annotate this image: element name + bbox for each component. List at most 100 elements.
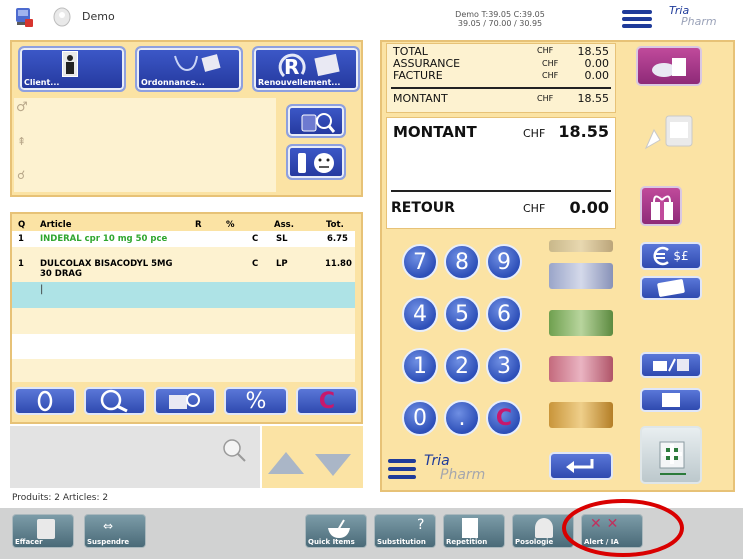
user-avatar-icon[interactable] — [52, 7, 72, 27]
row-ass: SL — [276, 234, 288, 244]
quick-items-button[interactable]: Quick Items — [305, 514, 367, 548]
table-row-empty[interactable] — [12, 359, 355, 382]
retour-currency: CHF — [523, 202, 546, 215]
posology-icon — [535, 518, 553, 538]
row-tot: 6.75 — [327, 234, 348, 244]
banknote-10-button[interactable] — [549, 240, 613, 252]
assurance-currency: CHF — [542, 59, 559, 68]
scroll-up-arrow-icon[interactable] — [268, 452, 304, 474]
enter-button[interactable] — [549, 452, 613, 480]
ordonnance-button[interactable]: Ordonnance... — [135, 46, 243, 92]
client-button[interactable]: Client... — [18, 46, 126, 92]
first-aid-button[interactable] — [640, 426, 702, 484]
session-line-1: Demo T:39.05 C:39.05 — [455, 10, 545, 19]
repeat-document-icon — [462, 518, 478, 538]
table-row-empty[interactable] — [12, 334, 355, 359]
key-8[interactable]: 8 — [444, 244, 480, 280]
row-tot: 11.80 — [325, 259, 352, 269]
montant-small-currency: CHF — [537, 94, 554, 103]
scroll-down-arrow-icon[interactable] — [315, 454, 351, 476]
question-icon: ? — [417, 517, 425, 533]
magnifier-icon — [100, 389, 128, 413]
box-search-icon — [169, 393, 200, 409]
text-cursor: | — [40, 284, 44, 295]
table-row[interactable]: 1 INDERAL cpr 10 mg 50 pce C SL 6.75 — [12, 231, 355, 247]
enter-icon — [566, 459, 594, 473]
retour-divider — [391, 190, 611, 192]
renouvellement-label: Renouvellement... — [258, 78, 341, 87]
suspendre-button[interactable]: ⇔ Suspendre — [84, 514, 146, 548]
header-article: Article — [40, 220, 72, 230]
clear-line-button[interactable]: C — [296, 387, 358, 415]
table-row[interactable]: 1 DULCOLAX BISACODYL 5MG 30 DRAG C LP 11… — [12, 256, 355, 282]
key-0[interactable]: 0 — [402, 400, 438, 436]
row-pct: C — [252, 234, 259, 244]
key-5[interactable]: 5 — [444, 296, 480, 332]
total-currency: CHF — [537, 46, 554, 55]
montant-small-label: MONTANT — [393, 92, 448, 105]
card-payment-button[interactable] — [640, 276, 702, 300]
credit-card-icon — [657, 279, 685, 297]
key-decimal[interactable]: . — [444, 400, 480, 436]
row-qty: 1 — [18, 234, 24, 244]
stock-search-button[interactable] — [154, 387, 216, 415]
currency-button[interactable]: $£ — [640, 242, 702, 270]
banknote-200-button[interactable] — [549, 402, 613, 428]
substitution-button[interactable]: ? Substitution — [374, 514, 436, 548]
key-6[interactable]: 6 — [486, 296, 522, 332]
key-2[interactable]: 2 — [444, 348, 480, 384]
montant-value: 18.55 — [558, 122, 609, 141]
table-row-active[interactable]: | — [12, 282, 355, 308]
discount-button[interactable]: % — [224, 387, 288, 415]
search-input[interactable] — [10, 426, 260, 488]
renouvellement-button[interactable]: R Renouvellement... — [252, 46, 360, 92]
magnifier-button[interactable] — [84, 387, 146, 415]
header-ass: Ass. — [274, 220, 294, 230]
search-article-button[interactable] — [14, 387, 76, 415]
key-clear[interactable]: C — [486, 400, 522, 436]
banknote-50-button[interactable] — [549, 310, 613, 336]
key-1[interactable]: 1 — [402, 348, 438, 384]
ordonnance-label: Ordonnance... — [141, 78, 205, 87]
alert-face-button[interactable] — [286, 144, 346, 180]
row-pct: C — [252, 259, 259, 269]
top-bar: Demo Demo T:39.05 C:39.05 39.05 / 70.00 … — [0, 0, 743, 36]
montant-small-value: 18.55 — [577, 92, 610, 105]
currency-symbols: $£ — [673, 249, 689, 263]
retour-value: 0.00 — [569, 198, 609, 217]
row-article: DULCOLAX BISACODYL 5MG — [40, 259, 173, 269]
repetition-button[interactable]: Repetition — [443, 514, 505, 548]
header-tot: Tot. — [326, 220, 344, 230]
insurance-icon: ⇞ — [17, 135, 27, 148]
table-row-empty[interactable] — [12, 308, 355, 334]
terminal-icon[interactable] — [14, 6, 34, 28]
facture-value: 0.00 — [584, 69, 610, 82]
logo-pharm: Pharm — [440, 467, 486, 483]
banknote-20-button[interactable] — [549, 263, 613, 289]
key-3[interactable]: 3 — [486, 348, 522, 384]
search-icon — [223, 439, 246, 462]
menu-icon[interactable] — [622, 10, 652, 28]
table-row-spacer — [12, 247, 355, 256]
facture-label: FACTURE — [393, 69, 443, 82]
document-button[interactable] — [640, 388, 702, 412]
effacer-button[interactable]: Effacer — [12, 514, 74, 548]
posologie-label: Posologie — [515, 538, 554, 546]
print-invoice-button[interactable] — [640, 352, 702, 378]
montant-display: MONTANT CHF 18.55 RETOUR CHF 0.00 — [386, 117, 616, 229]
key-4[interactable]: 4 — [402, 296, 438, 332]
banknote-100-button[interactable] — [549, 356, 613, 382]
article-table: Q Article R % Ass. Tot. 1 INDERAL cpr 10… — [12, 214, 355, 382]
key-9[interactable]: 9 — [486, 244, 522, 280]
payment-card-button[interactable] — [636, 46, 702, 86]
totals-divider — [391, 87, 611, 89]
montant-label: MONTANT — [393, 123, 477, 141]
clear-label: C — [318, 388, 336, 414]
repetition-label: Repetition — [446, 538, 488, 546]
gift-button[interactable] — [640, 186, 682, 226]
payment-terminal-icon[interactable] — [640, 110, 700, 154]
card-scan-button[interactable] — [286, 104, 346, 138]
card-search-icon — [301, 113, 336, 133]
totals-box: TOTAL CHF 18.55 ASSURANCE CHF 0.00 FACTU… — [386, 43, 616, 113]
key-7[interactable]: 7 — [402, 244, 438, 280]
